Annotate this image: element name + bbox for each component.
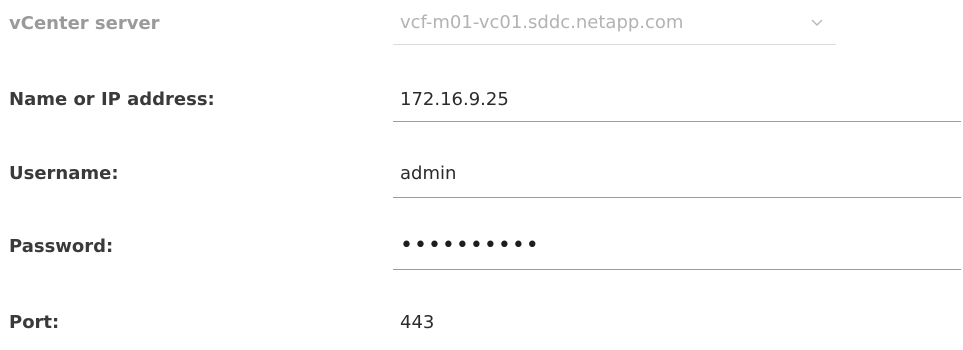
vcenter-server-value: vcf-m01-vc01.sddc.netapp.com <box>400 12 684 33</box>
address-underline <box>393 121 961 122</box>
port-label: Port: <box>9 312 60 333</box>
port-value: 443 <box>400 312 435 333</box>
username-row: Username: admin <box>0 161 963 201</box>
password-value: •••••••••• <box>400 233 540 258</box>
password-input[interactable]: •••••••••• <box>393 233 961 270</box>
vcenter-server-underline <box>393 44 836 45</box>
password-row: Password: •••••••••• <box>0 233 963 273</box>
username-value: admin <box>400 163 457 184</box>
address-input[interactable]: 172.16.9.25 <box>393 85 961 122</box>
username-input[interactable]: admin <box>393 161 961 198</box>
password-label: Password: <box>9 236 114 257</box>
port-input[interactable]: 443 <box>393 310 961 338</box>
address-row: Name or IP address: 172.16.9.25 <box>0 85 963 125</box>
address-value: 172.16.9.25 <box>400 89 509 110</box>
vcenter-server-label: vCenter server <box>9 13 160 34</box>
password-underline <box>393 269 961 270</box>
port-row: Port: 443 <box>0 310 963 350</box>
vcenter-connection-form: vCenter server vcf-m01-vc01.sddc.netapp.… <box>0 0 963 343</box>
username-underline <box>393 197 961 198</box>
vcenter-server-row: vCenter server vcf-m01-vc01.sddc.netapp.… <box>0 6 963 46</box>
chevron-down-icon <box>811 19 823 26</box>
vcenter-server-select[interactable]: vcf-m01-vc01.sddc.netapp.com <box>393 6 836 45</box>
username-label: Username: <box>9 163 119 184</box>
address-label: Name or IP address: <box>9 89 215 110</box>
